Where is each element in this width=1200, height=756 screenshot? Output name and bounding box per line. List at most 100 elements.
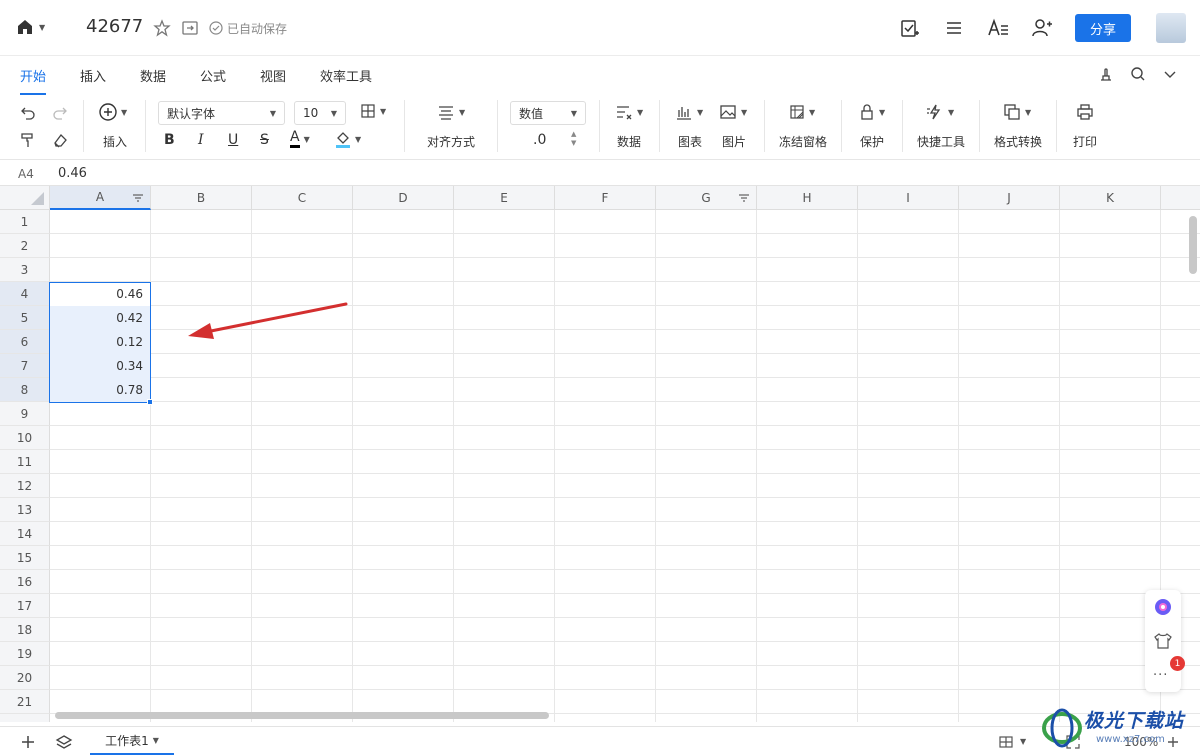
decimal-stepper[interactable]: ▲ ▼ (571, 130, 576, 148)
row-header[interactable]: 10 (0, 426, 50, 450)
row-header[interactable]: 8 (0, 378, 50, 402)
decimal-places[interactable]: .0 (533, 132, 546, 148)
collapse-ribbon-icon[interactable] (1162, 66, 1178, 82)
column-header-d[interactable]: D (353, 186, 454, 210)
tab-home[interactable]: 开始 (20, 66, 47, 95)
decimal-down-icon[interactable]: ▼ (571, 139, 576, 148)
view-mode-icon[interactable] (998, 735, 1014, 749)
document-title[interactable]: 42677 (86, 16, 143, 37)
font-size-select[interactable]: 10 ▼ (294, 101, 346, 125)
print-button[interactable] (1076, 103, 1094, 121)
column-header-b[interactable]: B (151, 186, 252, 210)
row-header[interactable]: 9 (0, 402, 50, 426)
undo-icon[interactable] (20, 104, 36, 120)
row-header[interactable]: 19 (0, 642, 50, 666)
row-header[interactable]: 20 (0, 666, 50, 690)
column-header-h[interactable]: H (757, 186, 858, 210)
row-header[interactable]: 15 (0, 546, 50, 570)
task-check-icon[interactable] (899, 17, 921, 39)
text-format-icon[interactable] (987, 17, 1009, 39)
protect-button[interactable]: ▼ (859, 103, 885, 121)
more-icon[interactable]: ··· (1153, 668, 1168, 683)
row-header[interactable]: 5 (0, 306, 50, 330)
insert-button[interactable]: ▼ (98, 102, 127, 122)
home-button[interactable]: ▼ (16, 18, 45, 36)
vertical-scrollbar[interactable] (1189, 216, 1197, 274)
column-header-e[interactable]: E (454, 186, 555, 210)
row-header[interactable]: 21 (0, 690, 50, 714)
row-header[interactable] (0, 714, 50, 722)
borders-button[interactable]: ▼ (360, 103, 386, 119)
clear-format-icon[interactable] (52, 132, 68, 148)
column-header-a[interactable]: A (50, 186, 151, 210)
sheet-tab[interactable]: 工作表1 ▼ (90, 727, 174, 755)
add-collaborator-icon[interactable] (1031, 17, 1053, 39)
fill-handle[interactable] (147, 399, 153, 405)
share-button[interactable]: 分享 (1075, 14, 1131, 42)
move-to-folder-icon[interactable] (181, 19, 199, 37)
brush-icon[interactable] (1098, 66, 1114, 82)
star-icon[interactable] (153, 19, 171, 37)
row-header[interactable]: 6 (0, 330, 50, 354)
convert-button[interactable]: ▼ (1003, 103, 1031, 121)
freeze-button[interactable]: ▼ (789, 104, 815, 120)
format-painter-icon[interactable] (20, 132, 36, 148)
align-button[interactable]: ▼ (437, 104, 465, 120)
tab-insert[interactable]: 插入 (80, 66, 106, 85)
row-header[interactable]: 11 (0, 450, 50, 474)
quicktools-button[interactable]: ▼ (926, 103, 954, 121)
row-header[interactable]: 2 (0, 234, 50, 258)
ai-assistant-icon[interactable] (1154, 598, 1172, 616)
font-family-select[interactable]: 默认字体 ▼ (158, 101, 285, 125)
row-header[interactable]: 12 (0, 474, 50, 498)
filter-icon[interactable] (132, 192, 144, 204)
chart-button[interactable]: ▼ (675, 104, 703, 120)
tab-efficiency-tools[interactable]: 效率工具 (320, 66, 372, 85)
add-sheet-icon[interactable] (20, 734, 36, 750)
row-header[interactable]: 3 (0, 258, 50, 282)
column-header-j[interactable]: J (959, 186, 1060, 210)
row-header[interactable]: 16 (0, 570, 50, 594)
cell-reference-box[interactable]: A4 (0, 161, 50, 186)
row-header[interactable]: 7 (0, 354, 50, 378)
column-header-l[interactable] (1161, 186, 1200, 210)
column-header-g[interactable]: G (656, 186, 757, 210)
tab-formula[interactable]: 公式 (200, 66, 226, 85)
row-header[interactable]: 1 (0, 210, 50, 234)
row-header[interactable]: 14 (0, 522, 50, 546)
row-header[interactable]: 18 (0, 618, 50, 642)
horizontal-scrollbar[interactable] (55, 712, 549, 719)
tab-data[interactable]: 数据 (140, 66, 166, 85)
avatar[interactable] (1156, 13, 1186, 43)
font-color-button[interactable]: A ▼ (290, 130, 310, 148)
italic-icon[interactable]: I (198, 132, 204, 148)
row-header[interactable]: 4 (0, 282, 50, 306)
formula-input[interactable]: 0.46 (58, 166, 87, 181)
tab-view[interactable]: 视图 (260, 66, 286, 85)
select-all-corner[interactable] (0, 186, 50, 210)
underline-icon[interactable]: U (228, 132, 238, 148)
search-icon[interactable] (1130, 66, 1146, 82)
spreadsheet-grid[interactable]: A B C D E F G H I J K 1 2 3 4 5 6 7 8 9 … (0, 186, 1200, 722)
column-label: H (802, 190, 812, 205)
fill-color-button[interactable]: ▼ (335, 130, 361, 148)
filter-icon[interactable] (738, 192, 750, 204)
column-header-k[interactable]: K (1060, 186, 1161, 210)
decimal-up-icon[interactable]: ▲ (571, 130, 576, 139)
data-button[interactable]: ▼ (615, 104, 643, 120)
number-format-select[interactable]: 数值 ▼ (510, 101, 586, 125)
sheet-list-icon[interactable] (55, 734, 73, 750)
view-mode-dropdown-icon[interactable]: ▼ (1020, 737, 1026, 746)
picture-button[interactable]: ▼ (719, 104, 747, 120)
strikethrough-icon[interactable]: S (260, 132, 269, 148)
column-header-i[interactable]: I (858, 186, 959, 210)
column-header-c[interactable]: C (252, 186, 353, 210)
skin-theme-icon[interactable] (1153, 632, 1173, 650)
bold-icon[interactable]: B (164, 132, 175, 148)
menu-icon[interactable] (943, 17, 965, 39)
column-header-f[interactable]: F (555, 186, 656, 210)
row-header[interactable]: 17 (0, 594, 50, 618)
redo-icon[interactable] (52, 104, 68, 120)
sheet-tab-dropdown-icon[interactable]: ▼ (153, 736, 159, 745)
row-header[interactable]: 13 (0, 498, 50, 522)
